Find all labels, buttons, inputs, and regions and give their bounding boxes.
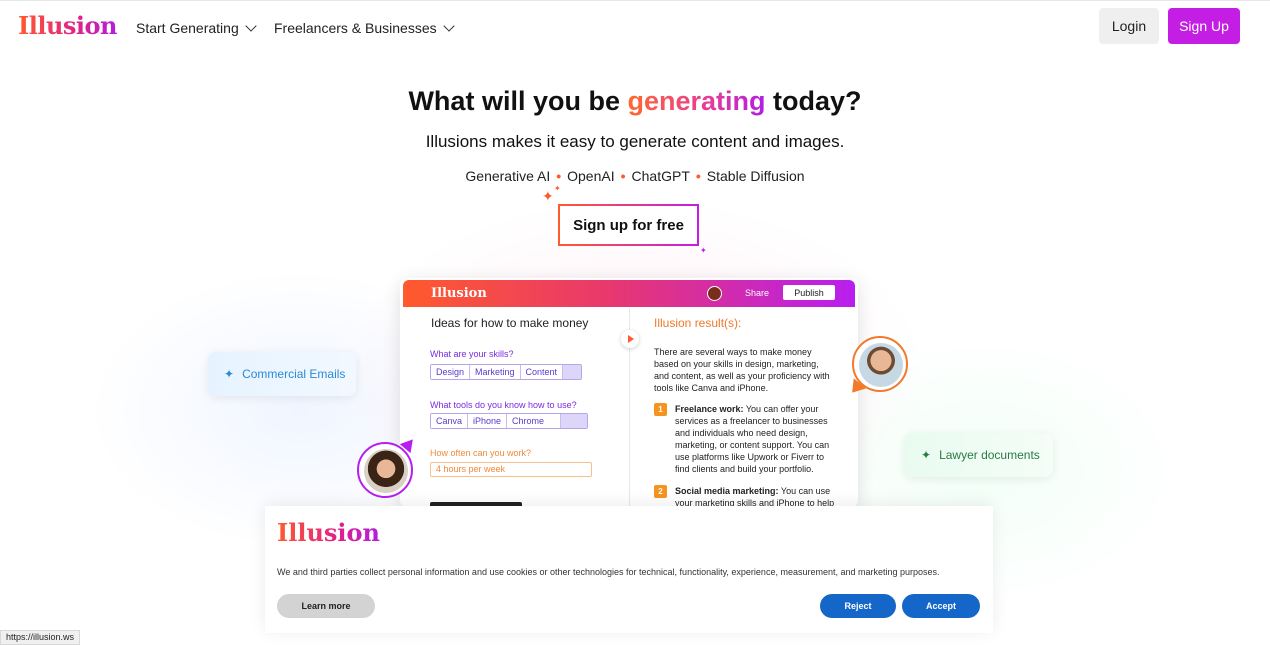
nav-freelancers-businesses[interactable]: Freelancers & Businesses bbox=[274, 20, 455, 36]
hero-title-prefix: What will you be bbox=[408, 86, 620, 116]
chip: Canva bbox=[431, 414, 469, 428]
commercial-emails-pill: ✦ Commercial Emails bbox=[208, 352, 356, 396]
man-avatar-image bbox=[859, 343, 903, 387]
chip: iPhone bbox=[468, 414, 508, 428]
tech-item: Stable Diffusion bbox=[706, 168, 805, 184]
tech-list: Generative AI • OpenAI • ChatGPT • Stable Diff… bbox=[0, 168, 1270, 184]
app-mockup: Illusion Share Publish Ideas for how to … bbox=[400, 278, 858, 508]
play-icon bbox=[621, 330, 639, 348]
avatar bbox=[357, 442, 413, 498]
result-intro: There are several ways to make money bas… bbox=[654, 347, 830, 393]
status-bar-url: https://illusion.ws bbox=[0, 630, 81, 645]
hero-subtitle: Illusions makes it easy to generate cont… bbox=[425, 132, 845, 151]
skills-chips: Design Marketing Content bbox=[430, 364, 583, 380]
mockup-topbar: Illusion Share Publish bbox=[403, 280, 855, 307]
nav-start-generating[interactable]: Start Generating bbox=[136, 20, 257, 36]
sparkle-icon: ✦ bbox=[224, 367, 235, 381]
sparkle-icon: ✦ bbox=[700, 246, 707, 255]
mockup-share: Share bbox=[745, 288, 770, 298]
hero-title-suffix: today? bbox=[773, 86, 862, 116]
chip: Chrome bbox=[507, 414, 562, 428]
accept-button[interactable]: Accept bbox=[902, 594, 980, 618]
chevron-down-icon bbox=[563, 365, 582, 379]
cookie-text: We and third parties collect personal in… bbox=[277, 567, 940, 577]
number-badge: 2 bbox=[654, 485, 667, 498]
chip: Marketing bbox=[470, 365, 521, 379]
pill-label: Commercial Emails bbox=[242, 367, 346, 381]
result-item: Freelance work: You can offer your servi… bbox=[675, 403, 840, 475]
pill-label: Lawyer documents bbox=[939, 448, 1040, 462]
chip: Content bbox=[520, 365, 564, 379]
nav-start-generating-label: Start Generating bbox=[136, 20, 239, 36]
brand-logo[interactable]: Illusion bbox=[18, 11, 118, 40]
sparkle-icon: ✦ bbox=[921, 448, 932, 462]
result-item-title: Social media marketing: bbox=[675, 486, 779, 496]
nav-freelancers-label: Freelancers & Businesses bbox=[274, 20, 437, 36]
result-item-title: Freelance work: bbox=[675, 404, 744, 414]
tech-item: ChatGPT bbox=[631, 168, 690, 184]
chip: Design bbox=[431, 365, 471, 379]
sparkle-icon: ✦ bbox=[542, 188, 554, 204]
chevron-down-icon bbox=[245, 20, 257, 32]
sparkle-icon: ✦ bbox=[554, 184, 561, 193]
signup-free-button[interactable]: Sign up for free bbox=[558, 204, 699, 246]
avatar bbox=[707, 286, 722, 301]
bullet-dot-icon: • bbox=[620, 168, 626, 184]
cookie-banner: Illusion We and third parties collect pe… bbox=[265, 506, 993, 633]
signup-button[interactable]: Sign Up bbox=[1168, 8, 1240, 44]
tech-item: OpenAI bbox=[567, 168, 615, 184]
mockup-publish: Publish bbox=[783, 285, 835, 300]
mockup-question: What are your skills? bbox=[430, 349, 514, 359]
login-button[interactable]: Login bbox=[1099, 8, 1159, 44]
hero-title: What will you be generating today? bbox=[0, 86, 1270, 117]
woman-avatar-image bbox=[364, 449, 408, 493]
hours-field: 4 hours per week bbox=[430, 462, 592, 477]
mockup-left-title: Ideas for how to make money bbox=[431, 316, 589, 330]
bullet-dot-icon: • bbox=[695, 168, 701, 184]
mockup-right-title: Illusion result(s): bbox=[654, 316, 742, 330]
hero-title-highlight: generating bbox=[627, 86, 766, 116]
top-nav: Illusion Start Generating Freelancers & … bbox=[0, 0, 1270, 52]
chevron-down-icon bbox=[561, 414, 588, 428]
mockup-logo: Illusion bbox=[431, 286, 487, 301]
learn-more-button[interactable]: Learn more bbox=[277, 594, 375, 618]
cookie-logo: Illusion bbox=[277, 518, 380, 547]
chevron-down-icon bbox=[442, 20, 455, 32]
reject-button[interactable]: Reject bbox=[820, 594, 896, 618]
bullet-dot-icon: • bbox=[556, 168, 562, 184]
tech-item: Generative AI bbox=[465, 168, 551, 184]
result-item: Social media marketing: You can use your… bbox=[675, 485, 840, 508]
number-badge: 1 bbox=[654, 403, 667, 416]
tools-chips: Canva iPhone Chrome bbox=[430, 413, 589, 429]
mockup-question: What tools do you know how to use? bbox=[430, 400, 577, 410]
mockup-question: How often can you work? bbox=[430, 448, 532, 458]
lawyer-documents-pill: ✦ Lawyer documents bbox=[905, 433, 1053, 477]
result-item-text: You can offer your services as a freelan… bbox=[675, 404, 830, 474]
